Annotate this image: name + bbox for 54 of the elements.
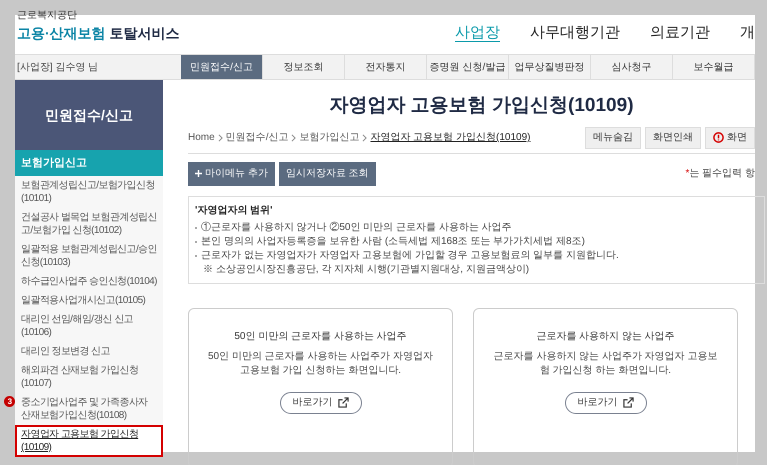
service-title[interactable]: 고용·산재보험 토탈서비스 (17, 24, 267, 42)
sidebar-link[interactable]: 일괄적용사업개시신고(10105) (21, 294, 157, 307)
sidebar-link[interactable]: 보험관계성립신고/보험가입신청(10101) (21, 179, 157, 205)
menu-tab[interactable]: 민원접수/신고 (181, 55, 263, 79)
sidebar-link[interactable]: 대리인 선임/해임/갱신 신고(10106) (21, 313, 157, 339)
action-button[interactable]: 임시저장자료 조회 (278, 162, 376, 186)
breadcrumb-link[interactable]: Home (188, 130, 215, 145)
action-button[interactable]: 마이메뉴 추가 (188, 162, 275, 186)
nav-link[interactable]: 사무대행기관 (530, 22, 620, 45)
sidebar-link[interactable]: 일괄적용 보험관계성립신고/승인신청(10103) (21, 243, 157, 269)
tool-button[interactable]: 화면인쇄 (645, 126, 701, 148)
plus-icon (195, 170, 202, 177)
sidebar-link[interactable]: 하수급인사업주 승인신청(10104) (21, 275, 157, 288)
breadcrumb-link[interactable]: 민원접수/신고 (226, 130, 288, 145)
shortcut-button[interactable]: 바로가기 (280, 392, 362, 414)
info-text: ①근로자를 사용하지 않거나 ②50인 미만의 근로자를 사용하는 사업주 (201, 220, 512, 234)
tool-button[interactable]: 화면 (705, 126, 755, 148)
org-name: 근로복지공단 (17, 10, 78, 21)
user-name: [사업장] 김수영 님 (16, 60, 100, 74)
breadcrumb-link[interactable]: 자영업자 고용보험 가입신청(10109) (370, 130, 530, 145)
menu-tab[interactable]: 전자통지 (345, 55, 427, 79)
sidebar-link[interactable]: 중소기업사업주 및 가족종사자 산재보험가입신청(10108) (21, 396, 157, 422)
info-text: 근로자가 없는 자영업자가 자영업자 고용보험에 가입할 경우 고용보험료의 일부를 지원합니다. (201, 248, 619, 262)
page-title: 자영업자 고용보험 가입신청(10109) (328, 94, 635, 118)
menu-tab[interactable]: 증명원 신청/발급 (427, 55, 509, 79)
info-title: '자영업자의 범위' (195, 204, 274, 218)
sidebar-header: 민원접수/신고 (15, 80, 163, 150)
alert-icon (713, 132, 724, 143)
chevron-icon (362, 134, 368, 142)
external-link-icon (338, 397, 348, 408)
info-text: 본인 명의의 사업자등록증을 보유한 사람 (소득세법 제168조 또는 부가가치세법 제8조) (201, 234, 585, 248)
step-badge: 3 (4, 396, 15, 407)
chevron-icon (291, 134, 296, 142)
menu-tab[interactable]: 업무상질병판정 (509, 55, 591, 79)
nav-link[interactable]: 개 (740, 22, 755, 45)
nav-link[interactable]: 의료기관 (650, 22, 710, 45)
tool-button[interactable]: 메뉴숨김 (585, 126, 641, 148)
sidebar-link[interactable]: 대리인 정보변경 신고 (21, 345, 157, 358)
sidebar-link[interactable]: 해외파견 산재보험 가입신청(10107) (21, 364, 157, 390)
menu-tab[interactable]: 심사청구 (591, 55, 673, 79)
sidebar-link[interactable]: 자영업자 고용보험 가입신청(10109) (21, 428, 157, 454)
card-description: 50인 미만의 근로자를 사용하는 사업주가 자영업자 고용보험 가입 신청하는 화면입니다. (206, 350, 434, 378)
shortcut-button[interactable]: 바로가기 (564, 392, 646, 414)
external-link-icon (622, 397, 634, 408)
menu-tab[interactable]: 보수월급 (673, 55, 755, 79)
card-title: 50인 미만의 근로자를 사용하는 사업주 (234, 330, 407, 344)
menu-tab[interactable]: 정보조회 (263, 55, 345, 79)
breadcrumb-link[interactable]: 보험가입신고 (299, 130, 360, 145)
card-description: 근로자를 사용하지 않는 사업주가 자영업자 고용보험 가입신청 하는 화면입니다. (492, 350, 718, 378)
chevron-icon (218, 134, 223, 142)
info-note: ※ 소상공인시장진흥공단, 각 지자체 시행(기관별지원대상, 지원금액상이) (202, 262, 530, 276)
sidebar-link[interactable]: 건설공사 벌목업 보험관계성립신고/보험가입 신청(10102) (21, 211, 157, 237)
card-title: 근로자를 사용하지 않는 사업주 (536, 330, 675, 344)
required-note: *는 필수입력 항 (686, 167, 755, 181)
